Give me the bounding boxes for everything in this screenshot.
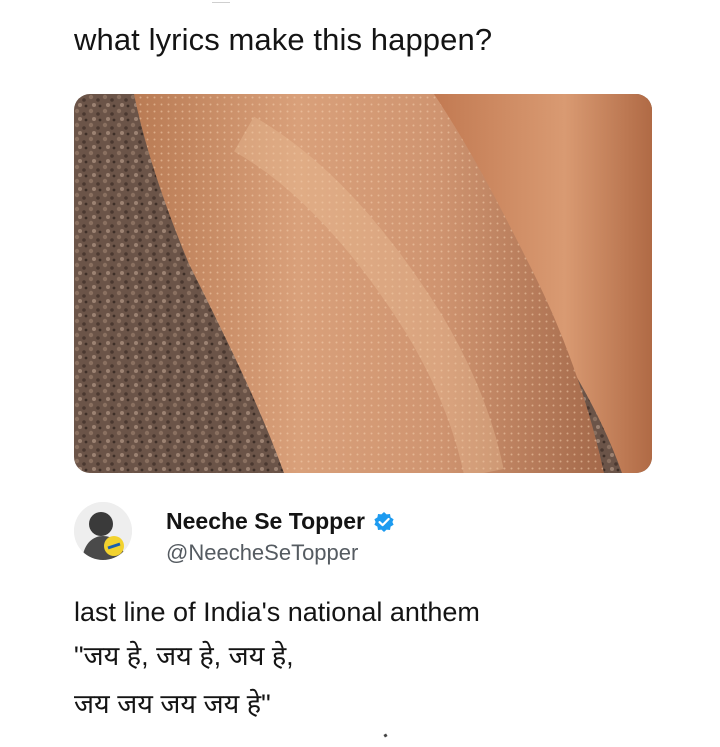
author-row: Neeche Se Topper <box>166 508 395 535</box>
reply-line: "जय हे, जय हे, जय हे, <box>74 641 294 671</box>
goosebumps-arm-photo <box>74 94 652 473</box>
top-edge-mark <box>212 2 230 3</box>
reply-line: last line of India's national anthem <box>74 597 480 627</box>
verified-badge-icon <box>373 511 395 533</box>
post-image[interactable] <box>74 94 652 473</box>
reply-body: last line of India's national anthem "जय… <box>74 594 480 728</box>
reply-header: Neeche Se Topper @NeecheSeTopper <box>74 500 674 580</box>
author-name[interactable]: Neeche Se Topper <box>166 508 365 535</box>
author-handle[interactable]: @NeecheSeTopper <box>166 540 358 566</box>
post-text: what lyrics make this happen? <box>74 22 493 57</box>
bottom-mark <box>383 733 388 738</box>
reply-line: जय जय जय जय हे" <box>74 689 271 719</box>
avatar[interactable] <box>74 502 132 560</box>
